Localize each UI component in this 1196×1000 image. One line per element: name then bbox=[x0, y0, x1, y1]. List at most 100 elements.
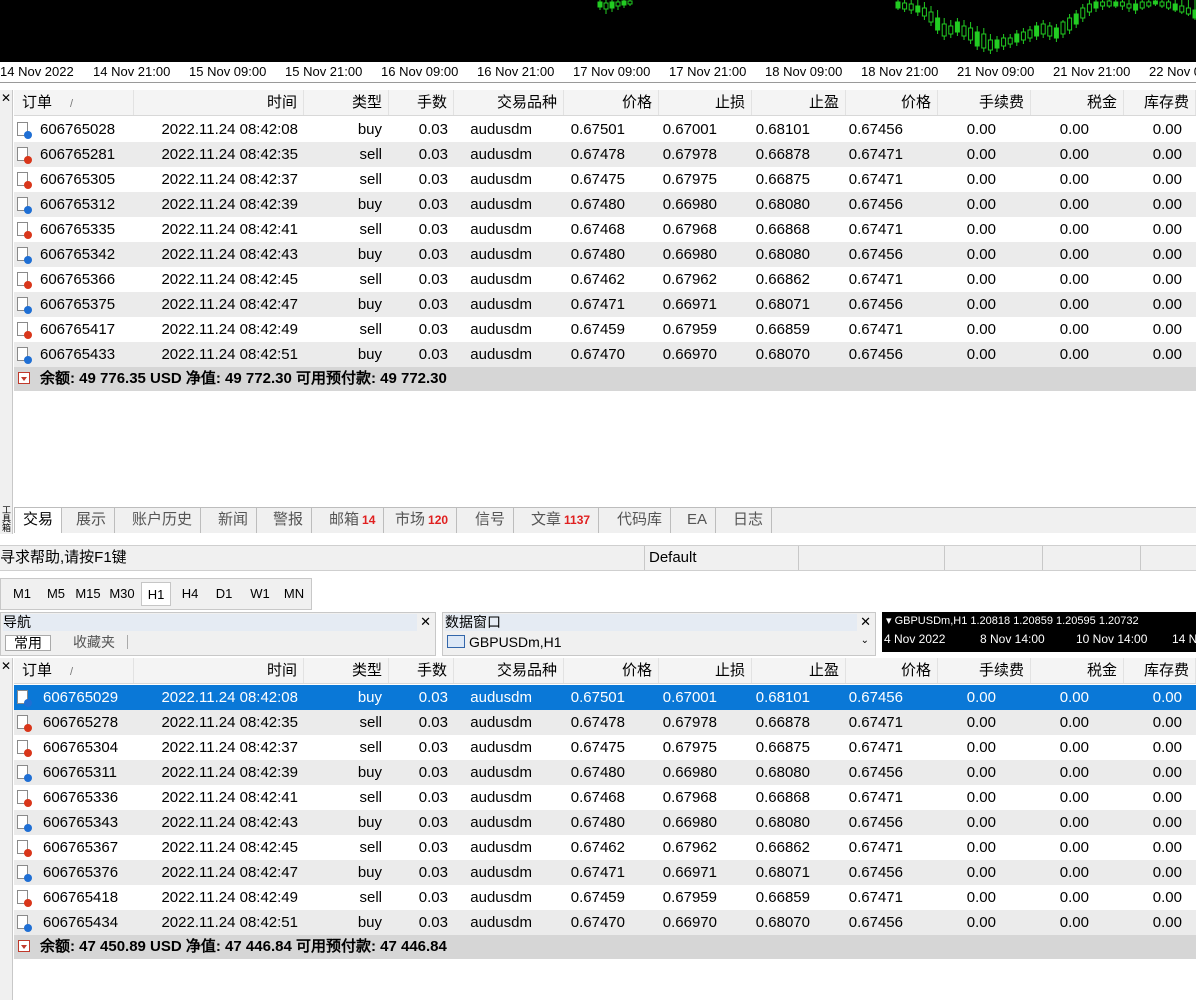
timeframe-button-m5[interactable]: M5 bbox=[41, 582, 71, 606]
cell-price2: 0.67456 bbox=[848, 914, 903, 931]
tab-label: 新闻 bbox=[218, 511, 249, 528]
table-row[interactable]: 606765366 2022.11.24 08:42:45 sell 0.03 audu… bbox=[14, 267, 1196, 292]
close-icon[interactable]: ✕ bbox=[1, 92, 11, 104]
column-header-time[interactable]: 时间 bbox=[134, 658, 304, 683]
tab-10[interactable]: EA bbox=[679, 508, 717, 533]
column-header-price[interactable]: 价格 bbox=[564, 90, 659, 115]
table-row[interactable]: 606765281 2022.11.24 08:42:35 sell 0.03 audu… bbox=[14, 142, 1196, 167]
cell-time: 2022.11.24 08:42:35 bbox=[161, 146, 298, 163]
close-icon[interactable]: ✕ bbox=[1, 660, 11, 672]
tab-11[interactable]: 日志 bbox=[725, 508, 773, 533]
collapse-arrow-icon[interactable] bbox=[18, 940, 30, 952]
tab-6[interactable]: 市场 120 bbox=[387, 508, 458, 533]
column-header-sl[interactable]: 止损 bbox=[659, 658, 752, 683]
table-row[interactable]: 606765433 2022.11.24 08:42:51 buy 0.03 audus… bbox=[14, 342, 1196, 367]
mini-chart-header: ▾ GBPUSDm,H1 1.20818 1.20859 1.20595 1.2… bbox=[886, 615, 1139, 627]
table-row[interactable]: 606765342 2022.11.24 08:42:43 buy 0.03 audus… bbox=[14, 242, 1196, 267]
column-header-swap[interactable]: 库存费 bbox=[1124, 658, 1196, 683]
collapse-arrow-icon[interactable] bbox=[18, 372, 30, 384]
cell-swap: 0.00 bbox=[1152, 814, 1182, 831]
cell-order: 606765367 bbox=[43, 839, 119, 856]
column-header-time[interactable]: 时间 bbox=[134, 90, 304, 115]
timeframe-button-w1[interactable]: W1 bbox=[245, 582, 275, 606]
column-header-label: 交易品种 bbox=[496, 662, 557, 679]
cell-price: 0.67459 bbox=[570, 321, 625, 338]
column-header-swap[interactable]: 库存费 bbox=[1124, 90, 1196, 115]
table-row[interactable]: 606765278 2022.11.24 08:42:35 sell 0.03 audu… bbox=[14, 710, 1196, 735]
close-icon[interactable]: ✕ bbox=[420, 614, 431, 630]
sell-order-icon bbox=[17, 322, 32, 339]
tab-2[interactable]: 账户历史 bbox=[124, 508, 202, 533]
column-header-volume[interactable]: 手数 bbox=[389, 90, 454, 115]
column-header-sl[interactable]: 止损 bbox=[659, 90, 752, 115]
tab-1[interactable]: 展示 bbox=[68, 508, 116, 533]
timeframe-button-m1[interactable]: M1 bbox=[7, 582, 37, 606]
buy-order-icon bbox=[17, 347, 32, 364]
column-header-symbol[interactable]: 交易品种 bbox=[454, 658, 564, 683]
timeframe-button-m15[interactable]: M15 bbox=[73, 582, 103, 606]
tab-4[interactable]: 警报 bbox=[265, 508, 313, 533]
timeframe-button-mn[interactable]: MN bbox=[279, 582, 309, 606]
table-row[interactable]: 606765376 2022.11.24 08:42:47 buy 0.03 audus… bbox=[14, 860, 1196, 885]
timeframe-button-h1[interactable]: H1 bbox=[141, 582, 171, 606]
tab-7[interactable]: 信号 bbox=[467, 508, 515, 533]
timeframe-button-d1[interactable]: D1 bbox=[209, 582, 239, 606]
table-row[interactable]: 606765434 2022.11.24 08:42:51 buy 0.03 audus… bbox=[14, 910, 1196, 935]
cell-volume: 0.03 bbox=[418, 121, 448, 138]
table-row[interactable]: 606765335 2022.11.24 08:42:41 sell 0.03 audu… bbox=[14, 217, 1196, 242]
scroll-down-icon[interactable]: ⌄ bbox=[861, 635, 869, 646]
table-row[interactable]: 606765375 2022.11.24 08:42:47 buy 0.03 audus… bbox=[14, 292, 1196, 317]
tab-9[interactable]: 代码库 bbox=[609, 508, 672, 533]
column-header-order[interactable]: 订单 / bbox=[14, 90, 134, 115]
account-summary-row[interactable]: 余额: 47 450.89 USD 净值: 47 446.84 可用预付款: 4… bbox=[14, 935, 1196, 959]
timeframe-button-h4[interactable]: H4 bbox=[175, 582, 205, 606]
table-row[interactable]: 606765028 2022.11.24 08:42:08 buy 0.03 audus… bbox=[14, 117, 1196, 142]
candle-body bbox=[921, 7, 927, 17]
column-header-tax[interactable]: 税金 bbox=[1031, 90, 1124, 115]
table-row[interactable]: 606765312 2022.11.24 08:42:39 buy 0.03 audus… bbox=[14, 192, 1196, 217]
column-header-tp[interactable]: 止盈 bbox=[752, 90, 846, 115]
navigator-tab-common[interactable]: 常用 bbox=[5, 635, 51, 651]
column-header-tp[interactable]: 止盈 bbox=[752, 658, 846, 683]
column-header-price2[interactable]: 价格 bbox=[846, 90, 938, 115]
cell-volume: 0.03 bbox=[418, 864, 448, 881]
column-header-volume[interactable]: 手数 bbox=[389, 658, 454, 683]
column-header-label: 止损 bbox=[714, 662, 745, 679]
column-header-type[interactable]: 类型 bbox=[304, 90, 389, 115]
table-row[interactable]: 606765305 2022.11.24 08:42:37 sell 0.03 audu… bbox=[14, 167, 1196, 192]
column-header-commission[interactable]: 手续费 bbox=[938, 658, 1031, 683]
table-row[interactable]: 606765029 2022.11.24 08:42:08 buy 0.03 audus… bbox=[14, 685, 1196, 710]
cell-type: buy bbox=[357, 246, 382, 263]
column-header-price2[interactable]: 价格 bbox=[846, 658, 938, 683]
table-row[interactable]: 606765418 2022.11.24 08:42:49 sell 0.03 audu… bbox=[14, 885, 1196, 910]
timeframe-button-m30[interactable]: M30 bbox=[107, 582, 137, 606]
table-row[interactable]: 606765367 2022.11.24 08:42:45 sell 0.03 audu… bbox=[14, 835, 1196, 860]
account-summary-row[interactable]: 余额: 49 776.35 USD 净值: 49 772.30 可用预付款: 4… bbox=[14, 367, 1196, 391]
cell-price2: 0.67456 bbox=[848, 689, 903, 706]
table-row[interactable]: 606765336 2022.11.24 08:42:41 sell 0.03 audu… bbox=[14, 785, 1196, 810]
tab-5[interactable]: 邮箱 14 bbox=[321, 508, 385, 533]
tab-0[interactable]: 交易 bbox=[14, 508, 63, 533]
column-header-symbol[interactable]: 交易品种 bbox=[454, 90, 564, 115]
candle-body bbox=[1001, 37, 1007, 47]
column-header-label: 止损 bbox=[714, 94, 745, 111]
candle-body bbox=[1133, 3, 1139, 11]
table-row[interactable]: 606765304 2022.11.24 08:42:37 sell 0.03 audu… bbox=[14, 735, 1196, 760]
cell-swap: 0.00 bbox=[1152, 171, 1182, 188]
candle-body bbox=[902, 2, 908, 10]
price-chart[interactable] bbox=[0, 0, 1196, 62]
navigator-tab-favorites[interactable]: 收藏夹 bbox=[61, 635, 128, 649]
column-header-price[interactable]: 价格 bbox=[564, 658, 659, 683]
close-icon[interactable]: ✕ bbox=[860, 614, 871, 630]
table-row[interactable]: 606765417 2022.11.24 08:42:49 sell 0.03 audu… bbox=[14, 317, 1196, 342]
table-row[interactable]: 606765311 2022.11.24 08:42:39 buy 0.03 audus… bbox=[14, 760, 1196, 785]
column-header-order[interactable]: 订单 / bbox=[14, 658, 134, 683]
tab-3[interactable]: 新闻 bbox=[210, 508, 258, 533]
column-header-type[interactable]: 类型 bbox=[304, 658, 389, 683]
mini-chart-gbpusd[interactable]: ▾ GBPUSDm,H1 1.20818 1.20859 1.20595 1.2… bbox=[882, 612, 1196, 652]
column-header-tax[interactable]: 税金 bbox=[1031, 658, 1124, 683]
buy-order-icon bbox=[17, 122, 32, 139]
column-header-commission[interactable]: 手续费 bbox=[938, 90, 1031, 115]
tab-8[interactable]: 文章 1137 bbox=[523, 508, 600, 533]
table-row[interactable]: 606765343 2022.11.24 08:42:43 buy 0.03 audus… bbox=[14, 810, 1196, 835]
